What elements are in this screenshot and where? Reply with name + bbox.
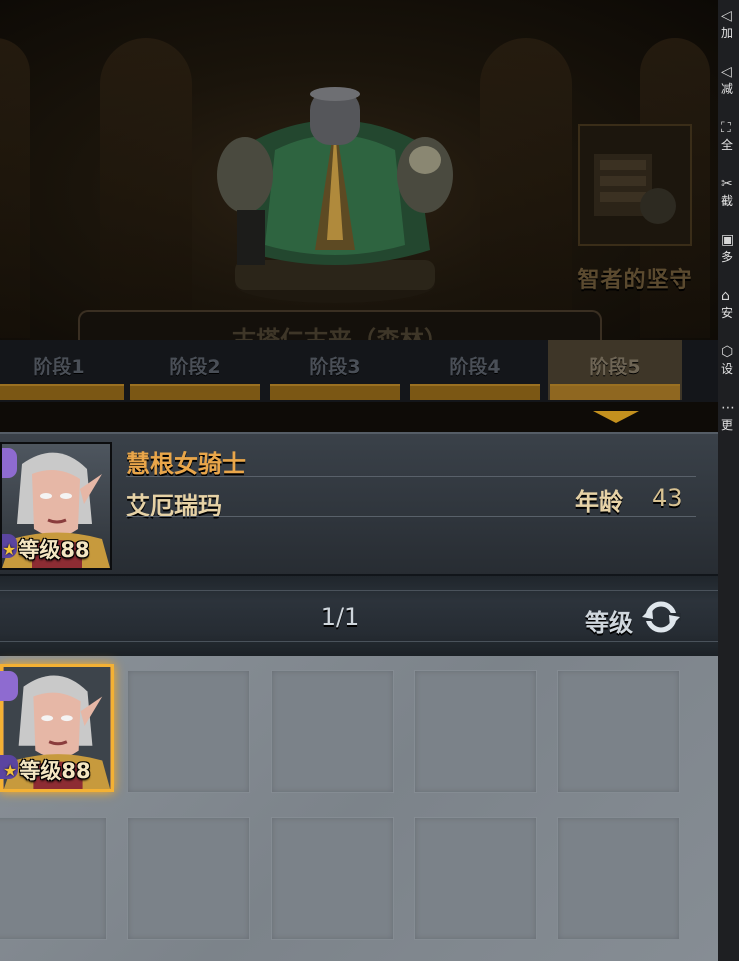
empty-hero-slot[interactable] — [271, 670, 394, 793]
tab-stage-1[interactable]: 阶段1 — [0, 340, 126, 400]
fullscreen-icon: ⛶ — [721, 120, 731, 136]
game-viewport[interactable]: 智者的坚守 古塔仁古来（森林） 阶段1 阶段2 阶段3 阶段4 阶段5 ★ 等级… — [0, 0, 718, 961]
age-value: 43 — [652, 484, 683, 512]
page-indicator: 1/1 — [320, 603, 360, 631]
toolbar-label: 截 — [721, 194, 734, 208]
divider — [126, 476, 696, 477]
background-arch — [480, 38, 572, 338]
hero-portrait[interactable]: ★ 等级88 — [0, 442, 112, 570]
roster-sort-bar: 1/1 等级 — [0, 574, 718, 658]
volume-down-icon: ◁ — [721, 64, 732, 80]
empty-hero-slot[interactable] — [557, 817, 680, 940]
empty-hero-slot[interactable] — [127, 817, 250, 940]
star-icon: ★ — [2, 539, 17, 559]
stage-tabs: 阶段1 阶段2 阶段3 阶段4 阶段5 — [0, 340, 718, 402]
hero-level-badge: ★ 等级88 — [2, 534, 90, 564]
hero-class-name: 慧根女骑士 — [126, 450, 246, 478]
stage-label: 阶段2 — [169, 356, 221, 378]
toolbar-settings[interactable]: ⬡ 设 — [721, 344, 739, 376]
toolbar-screenshot[interactable]: ✂ 截 — [721, 176, 739, 208]
stage-label: 阶段4 — [449, 356, 501, 378]
toolbar-install[interactable]: ⌂ 安 — [721, 288, 739, 320]
treasure-chest-icon[interactable] — [578, 124, 692, 246]
toolbar-fullscreen[interactable]: ⛶ 全 — [721, 120, 739, 152]
star-icon: ★ — [3, 760, 18, 780]
class-badge-icon — [2, 448, 17, 478]
stage-progress-bar — [0, 384, 124, 400]
stage-progress-bar — [410, 384, 540, 400]
empty-hero-slot[interactable] — [0, 817, 107, 940]
empty-hero-slot[interactable] — [271, 817, 394, 940]
reward-label: 智者的坚守 — [577, 268, 693, 293]
sort-by-label[interactable]: 等级 — [585, 603, 633, 638]
stage-progress-bar — [550, 384, 680, 400]
stage-label: 阶段1 — [33, 356, 85, 378]
divider — [126, 516, 696, 517]
more-icon: ⋯ — [721, 400, 735, 416]
install-icon: ⌂ — [721, 288, 730, 304]
toolbar-volume-down[interactable]: ◁ 减 — [721, 64, 739, 96]
tab-stage-5[interactable]: 阶段5 — [548, 340, 682, 400]
toolbar-label: 全 — [721, 138, 734, 152]
emulator-toolbar: ◁ 加 ◁ 减 ⛶ 全 ✂ 截 ▣ 多 ⌂ 安 ⬡ 设 ⋯ 更 — [718, 0, 739, 961]
class-badge-icon — [0, 671, 18, 701]
toolbar-label: 减 — [721, 82, 734, 96]
scissors-icon: ✂ — [721, 176, 733, 192]
tab-stage-4[interactable]: 阶段4 — [408, 340, 542, 400]
sort-bar-inner: 1/1 等级 — [0, 590, 718, 642]
empty-hero-slot[interactable] — [127, 670, 250, 793]
tab-stage-3[interactable]: 阶段3 — [268, 340, 402, 400]
tab-stage-2[interactable]: 阶段2 — [128, 340, 262, 400]
volume-up-icon: ◁ — [721, 8, 732, 24]
equipment-scene: 智者的坚守 古塔仁古来（森林） — [0, 0, 718, 346]
stage-progress-bar — [270, 384, 400, 400]
toolbar-label: 更 — [721, 418, 734, 432]
multi-window-icon: ▣ — [721, 232, 735, 248]
toolbar-more[interactable]: ⋯ 更 — [721, 400, 739, 432]
hero-level: 等级88 — [18, 538, 90, 562]
stage-label: 阶段3 — [309, 356, 361, 378]
toolbar-volume-up[interactable]: ◁ 加 — [721, 8, 739, 40]
stage-pointer-icon — [593, 411, 639, 423]
empty-hero-slot[interactable] — [557, 670, 680, 793]
toolbar-label: 加 — [721, 26, 734, 40]
stage-progress-bar — [130, 384, 260, 400]
stage-label: 阶段5 — [589, 356, 641, 378]
settings-icon: ⬡ — [721, 344, 734, 360]
age-label: 年龄 — [575, 488, 623, 516]
background-arch — [100, 38, 192, 338]
toolbar-label: 安 — [721, 306, 734, 320]
hero-roster-grid: ★ 等级88 — [0, 656, 718, 961]
roster-level: 等级88 — [19, 759, 91, 783]
hero-card-selected[interactable]: ★ 等级88 — [0, 664, 114, 792]
background-arch — [0, 38, 30, 338]
armor-equipment-icon[interactable] — [215, 80, 455, 305]
hero-info-panel: ★ 等级88 慧根女骑士 艾厄瑞玛 年龄 43 — [0, 432, 718, 576]
empty-hero-slot[interactable] — [414, 817, 537, 940]
refresh-sort-icon[interactable] — [641, 597, 681, 637]
toolbar-multi-instance[interactable]: ▣ 多 — [721, 232, 739, 264]
empty-hero-slot[interactable] — [414, 670, 537, 793]
toolbar-label: 设 — [721, 362, 734, 376]
roster-level-badge: ★ 等级88 — [3, 755, 91, 785]
toolbar-label: 多 — [721, 250, 734, 264]
